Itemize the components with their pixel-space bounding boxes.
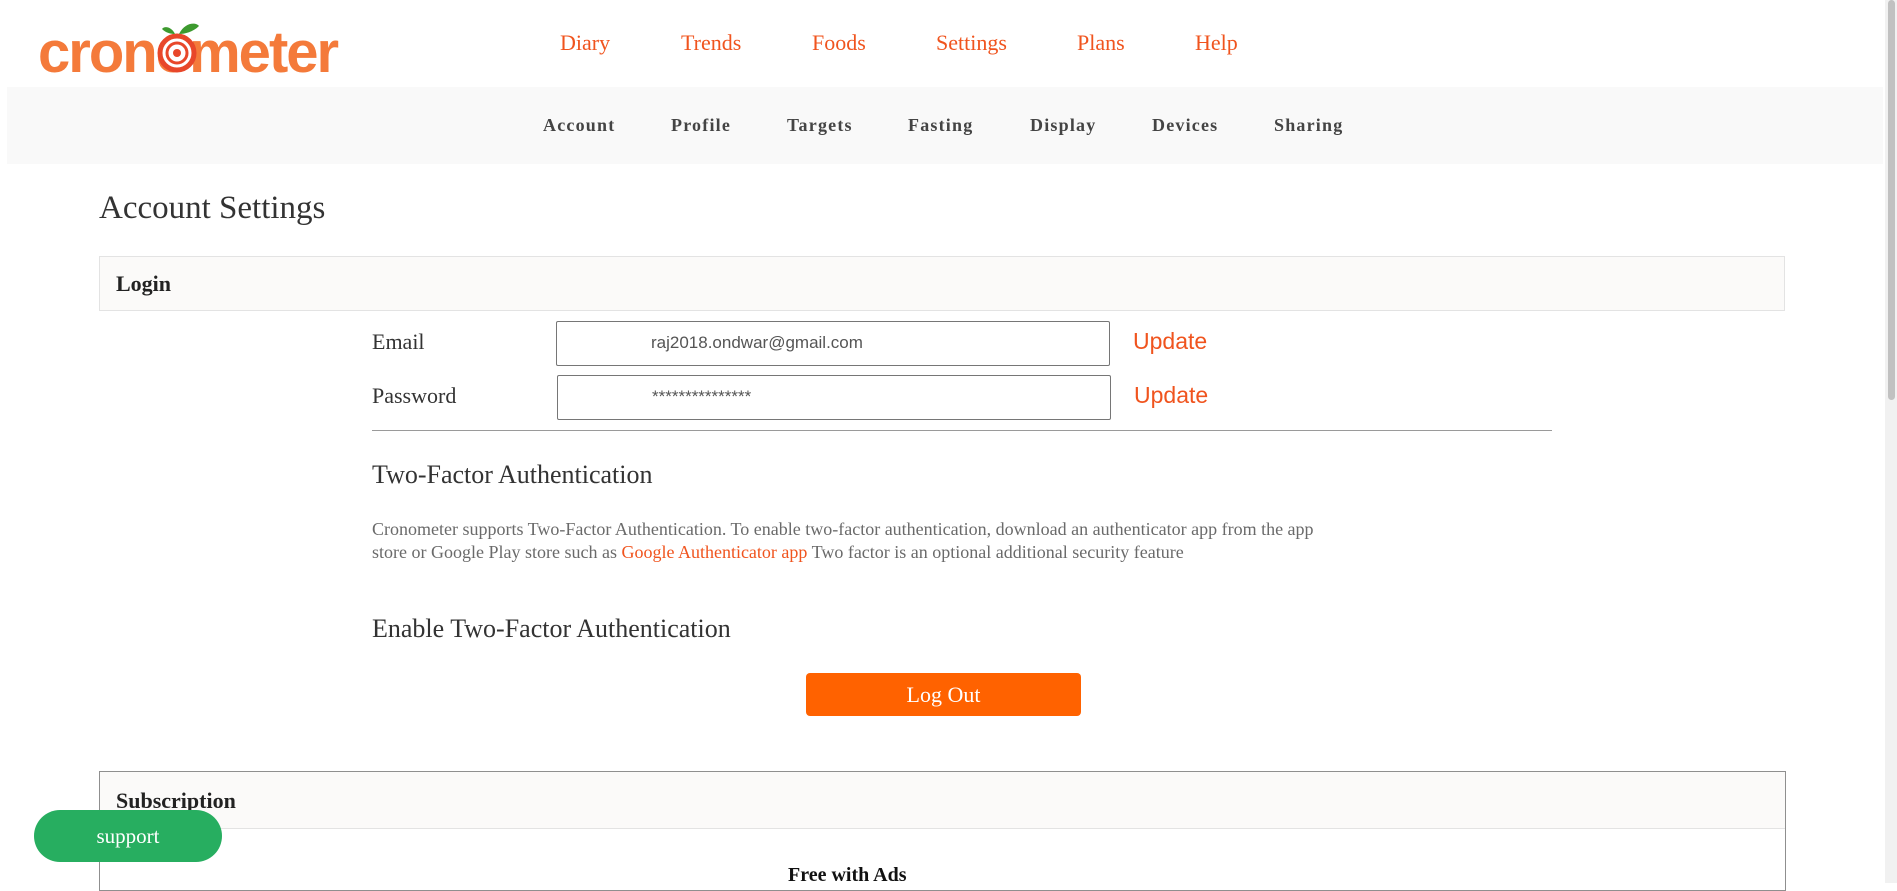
nav-settings[interactable]: Settings xyxy=(936,30,1007,56)
subnav-display[interactable]: Display xyxy=(1030,115,1096,136)
nav-plans[interactable]: Plans xyxy=(1077,30,1125,56)
nav-diary[interactable]: Diary xyxy=(560,30,610,56)
email-field[interactable]: raj2018.ondwar@gmail.com xyxy=(556,321,1110,366)
subnav-account[interactable]: Account xyxy=(543,115,615,136)
two-factor-title: Two-Factor Authentication xyxy=(372,460,653,489)
update-password-link[interactable]: Update xyxy=(1134,382,1208,409)
subnav-devices[interactable]: Devices xyxy=(1152,115,1218,136)
two-factor-description: Cronometer supports Two-Factor Authentic… xyxy=(372,518,1347,564)
two-factor-desc-text-end: Two factor is an optional additional sec… xyxy=(807,542,1184,562)
login-header-label: Login xyxy=(116,271,172,296)
enable-two-factor-title[interactable]: Enable Two-Factor Authentication xyxy=(372,614,731,644)
nav-trends[interactable]: Trends xyxy=(681,30,741,56)
subscription-panel: Subscription Free with Ads xyxy=(99,771,1786,891)
update-email-link[interactable]: Update xyxy=(1133,328,1207,355)
page-title: Account Settings xyxy=(99,190,326,226)
nav-help[interactable]: Help xyxy=(1195,30,1238,56)
google-authenticator-link[interactable]: Google Authenticator app xyxy=(621,542,807,562)
password-field[interactable]: *************** xyxy=(557,375,1111,420)
subnav-targets[interactable]: Targets xyxy=(787,115,853,136)
cronometer-logo[interactable]: cronometer xyxy=(38,14,358,85)
divider xyxy=(372,430,1552,431)
subnav-sharing[interactable]: Sharing xyxy=(1274,115,1343,136)
support-button[interactable]: support xyxy=(34,810,222,862)
password-label: Password xyxy=(372,383,457,408)
nav-foods[interactable]: Foods xyxy=(812,30,866,56)
log-out-button[interactable]: Log Out xyxy=(806,673,1081,716)
subscription-panel-header: Subscription xyxy=(100,772,1785,829)
login-panel-header: Login xyxy=(99,256,1785,311)
subnav-profile[interactable]: Profile xyxy=(671,115,731,136)
subscription-plan-name: Free with Ads xyxy=(788,864,907,886)
subnav-fasting[interactable]: Fasting xyxy=(908,115,973,136)
email-label: Email xyxy=(372,329,425,354)
scrollbar-thumb[interactable] xyxy=(1888,0,1895,400)
